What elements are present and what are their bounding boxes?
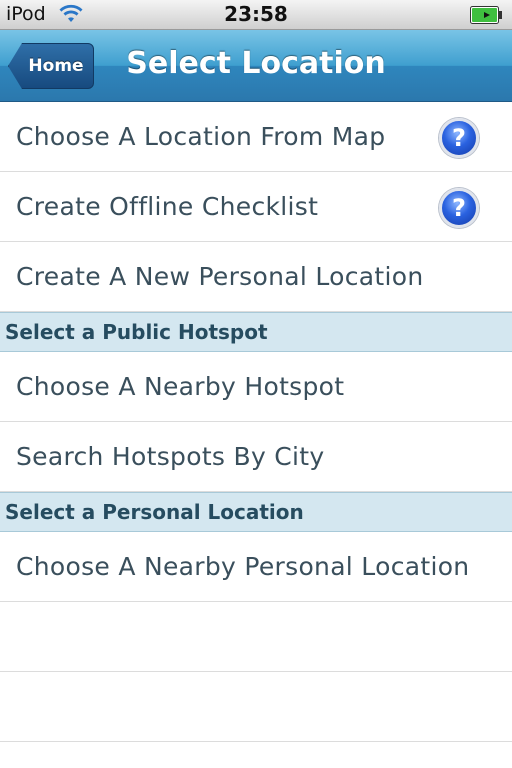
row-create-offline-checklist[interactable]: Create Offline Checklist ? xyxy=(0,172,512,242)
navigation-bar: Home Select Location xyxy=(0,30,512,102)
row-label: Choose A Location From Map xyxy=(16,122,386,151)
battery-charging-icon xyxy=(470,6,502,24)
empty-row xyxy=(0,672,512,742)
section-header-personal-location: Select a Personal Location xyxy=(0,492,512,532)
row-label: Choose A Nearby Personal Location xyxy=(16,552,470,581)
row-create-new-personal-location[interactable]: Create A New Personal Location xyxy=(0,242,512,312)
section-header-public-hotspot: Select a Public Hotspot xyxy=(0,312,512,352)
empty-row xyxy=(0,602,512,672)
row-choose-nearby-hotspot[interactable]: Choose A Nearby Hotspot xyxy=(0,352,512,422)
row-search-hotspots-by-city[interactable]: Search Hotspots By City xyxy=(0,422,512,492)
row-label: Create Offline Checklist xyxy=(16,192,319,221)
row-label: Search Hotspots By City xyxy=(16,442,325,471)
row-label: Create A New Personal Location xyxy=(16,262,424,291)
status-bar: iPod 23:58 xyxy=(0,0,512,30)
row-label: Choose A Nearby Hotspot xyxy=(16,372,345,401)
location-table: Choose A Location From Map ? Create Offl… xyxy=(0,102,512,742)
row-choose-location-from-map[interactable]: Choose A Location From Map ? xyxy=(0,102,512,172)
help-icon[interactable]: ? xyxy=(439,118,479,158)
help-icon[interactable]: ? xyxy=(439,188,479,228)
row-choose-nearby-personal-location[interactable]: Choose A Nearby Personal Location xyxy=(0,532,512,602)
clock: 23:58 xyxy=(224,2,288,26)
page-title: Select Location xyxy=(126,46,386,81)
